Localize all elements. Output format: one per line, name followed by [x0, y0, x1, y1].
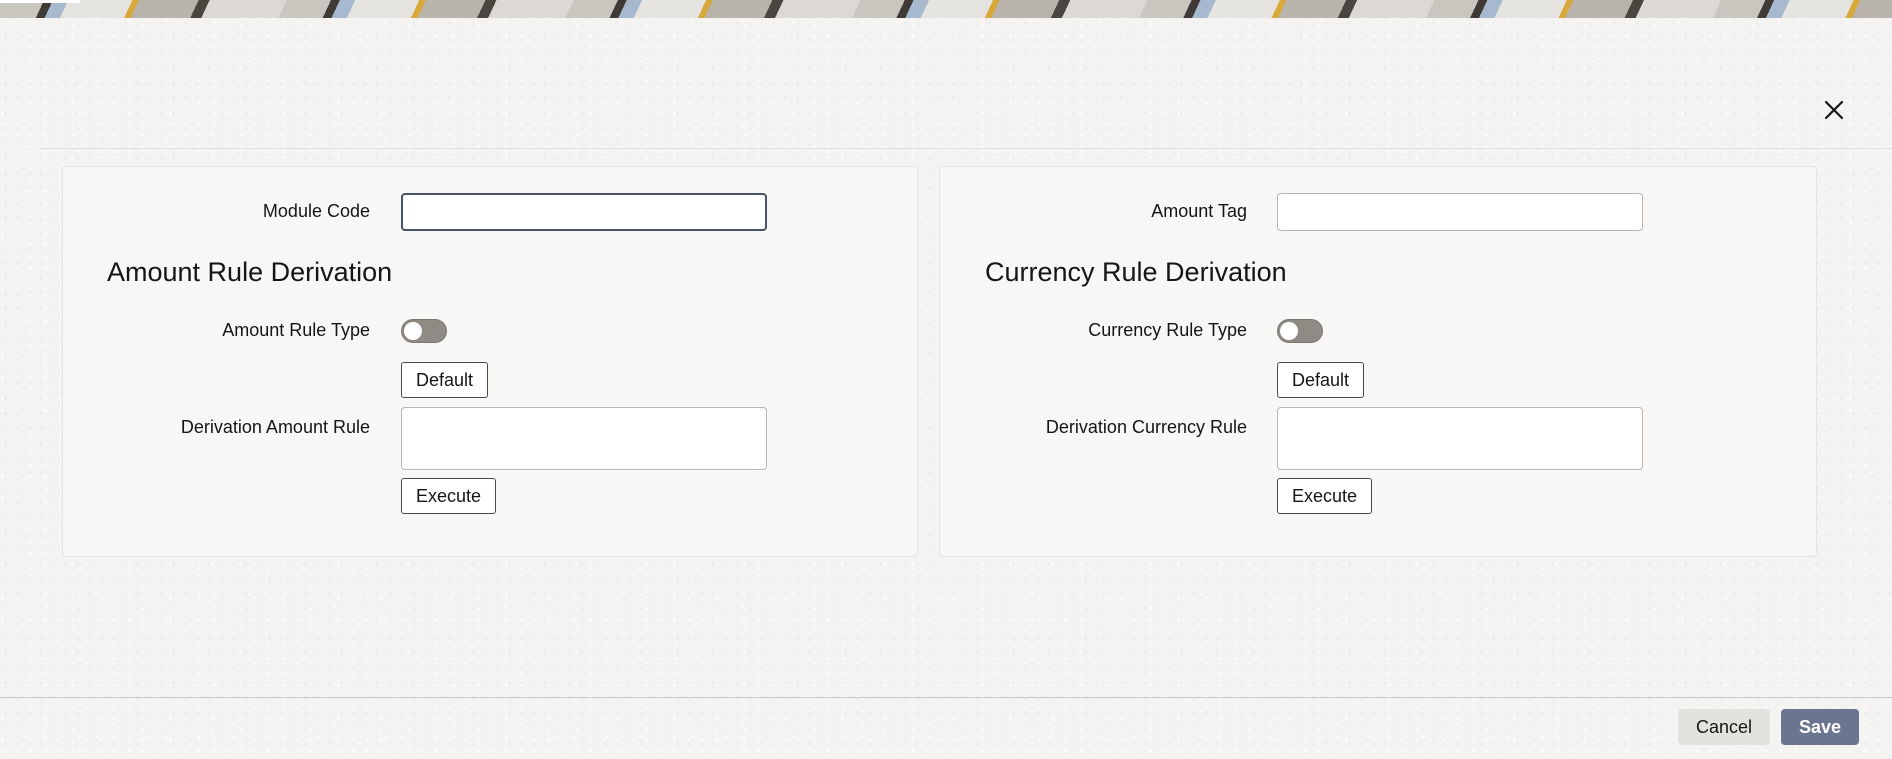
derivation-amount-rule-textarea[interactable] [401, 407, 767, 470]
currency-rule-type-toggle[interactable] [1277, 319, 1323, 343]
derivation-currency-rule-textarea[interactable] [1277, 407, 1643, 470]
module-code-label: Module Code [262, 201, 370, 221]
decorative-header-band [0, 0, 1892, 18]
amount-execute-button[interactable]: Execute [401, 478, 497, 514]
footer-divider [0, 697, 1892, 698]
amount-rule-type-toggle[interactable] [401, 319, 447, 343]
save-button[interactable]: Save [1781, 709, 1859, 745]
amount-tag-input[interactable] [1277, 193, 1643, 231]
header-divider [40, 148, 1892, 149]
currency-rule-panel: Amount Tag Currency Rule Derivation Curr… [939, 166, 1817, 557]
module-code-input[interactable] [401, 193, 767, 231]
amount-rule-type-label: Amount Rule Type [222, 320, 370, 340]
close-button[interactable] [1818, 94, 1850, 126]
amount-rule-panel: Module Code Amount Rule Derivation Amoun… [62, 166, 918, 557]
derivation-currency-rule-label: Derivation Currency Rule [1045, 417, 1247, 437]
toggle-knob [404, 322, 422, 340]
toggle-knob [1280, 322, 1298, 340]
currency-default-button[interactable]: Default [1277, 362, 1365, 398]
derivation-amount-rule-label: Derivation Amount Rule [180, 417, 370, 437]
amount-default-button[interactable]: Default [401, 362, 489, 398]
currency-rule-derivation-title: Currency Rule Derivation [985, 257, 1287, 287]
currency-execute-button[interactable]: Execute [1277, 478, 1373, 514]
currency-rule-type-label: Currency Rule Type [1088, 320, 1247, 340]
amount-rule-derivation-title: Amount Rule Derivation [107, 257, 393, 287]
amount-tag-label: Amount Tag [1151, 201, 1247, 221]
cancel-button[interactable]: Cancel [1678, 709, 1770, 745]
active-tab-indicator [0, 0, 80, 3]
close-icon [1824, 100, 1844, 120]
